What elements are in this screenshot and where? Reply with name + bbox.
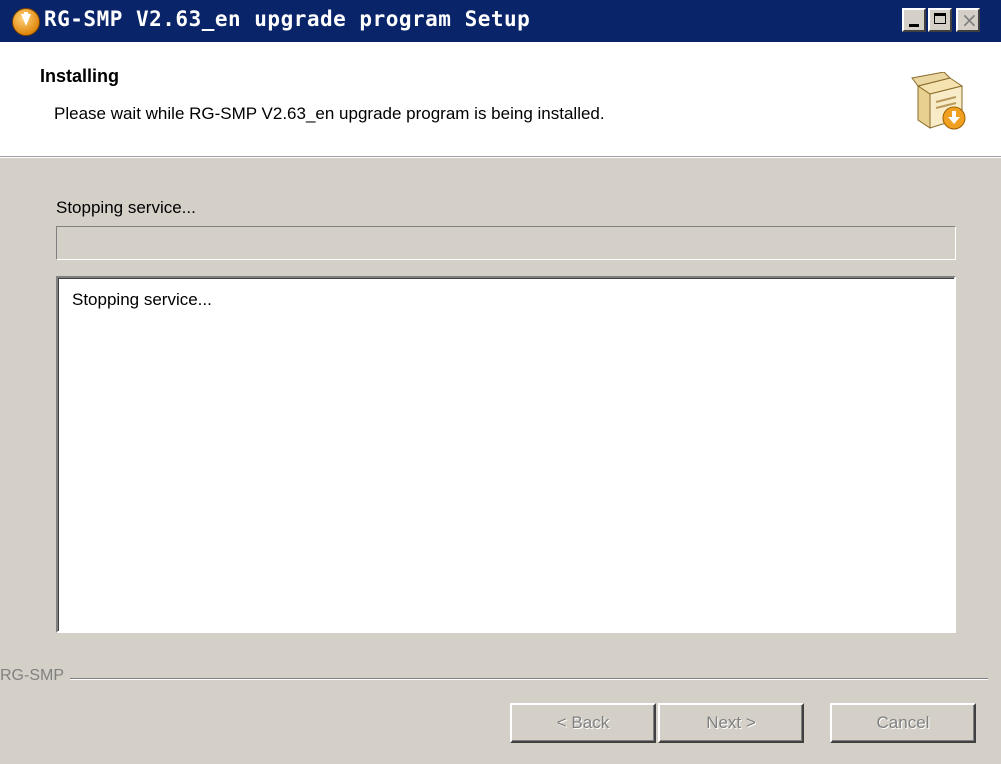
installer-disc-icon xyxy=(12,8,40,36)
minimize-button[interactable] xyxy=(902,8,926,32)
progress-bar xyxy=(56,226,956,260)
back-button[interactable]: < Back xyxy=(510,703,656,743)
log-line: Stopping service... xyxy=(72,290,212,309)
title-bar[interactable]: RG-SMP V2.63_en upgrade program Setup × xyxy=(0,0,1001,42)
maximize-button[interactable] xyxy=(928,8,952,32)
close-icon: × xyxy=(961,8,978,32)
status-label: Stopping service... xyxy=(56,198,196,217)
install-log[interactable]: Stopping service... xyxy=(56,276,956,633)
next-button[interactable]: Next > xyxy=(658,703,804,743)
setup-box-icon xyxy=(911,72,966,130)
header-panel: Installing Please wait while RG-SMP V2.6… xyxy=(0,42,1001,157)
close-button[interactable]: × xyxy=(956,8,980,32)
maximize-icon xyxy=(934,13,946,24)
branding-text: RG-SMP xyxy=(0,667,70,685)
window-title: RG-SMP V2.63_en upgrade program Setup xyxy=(44,7,531,31)
page-title: Installing xyxy=(40,66,120,86)
minimize-icon xyxy=(909,24,919,27)
cancel-button[interactable]: Cancel xyxy=(830,703,976,743)
page-subtitle: Please wait while RG-SMP V2.63_en upgrad… xyxy=(54,104,605,123)
branding-divider xyxy=(0,678,988,680)
